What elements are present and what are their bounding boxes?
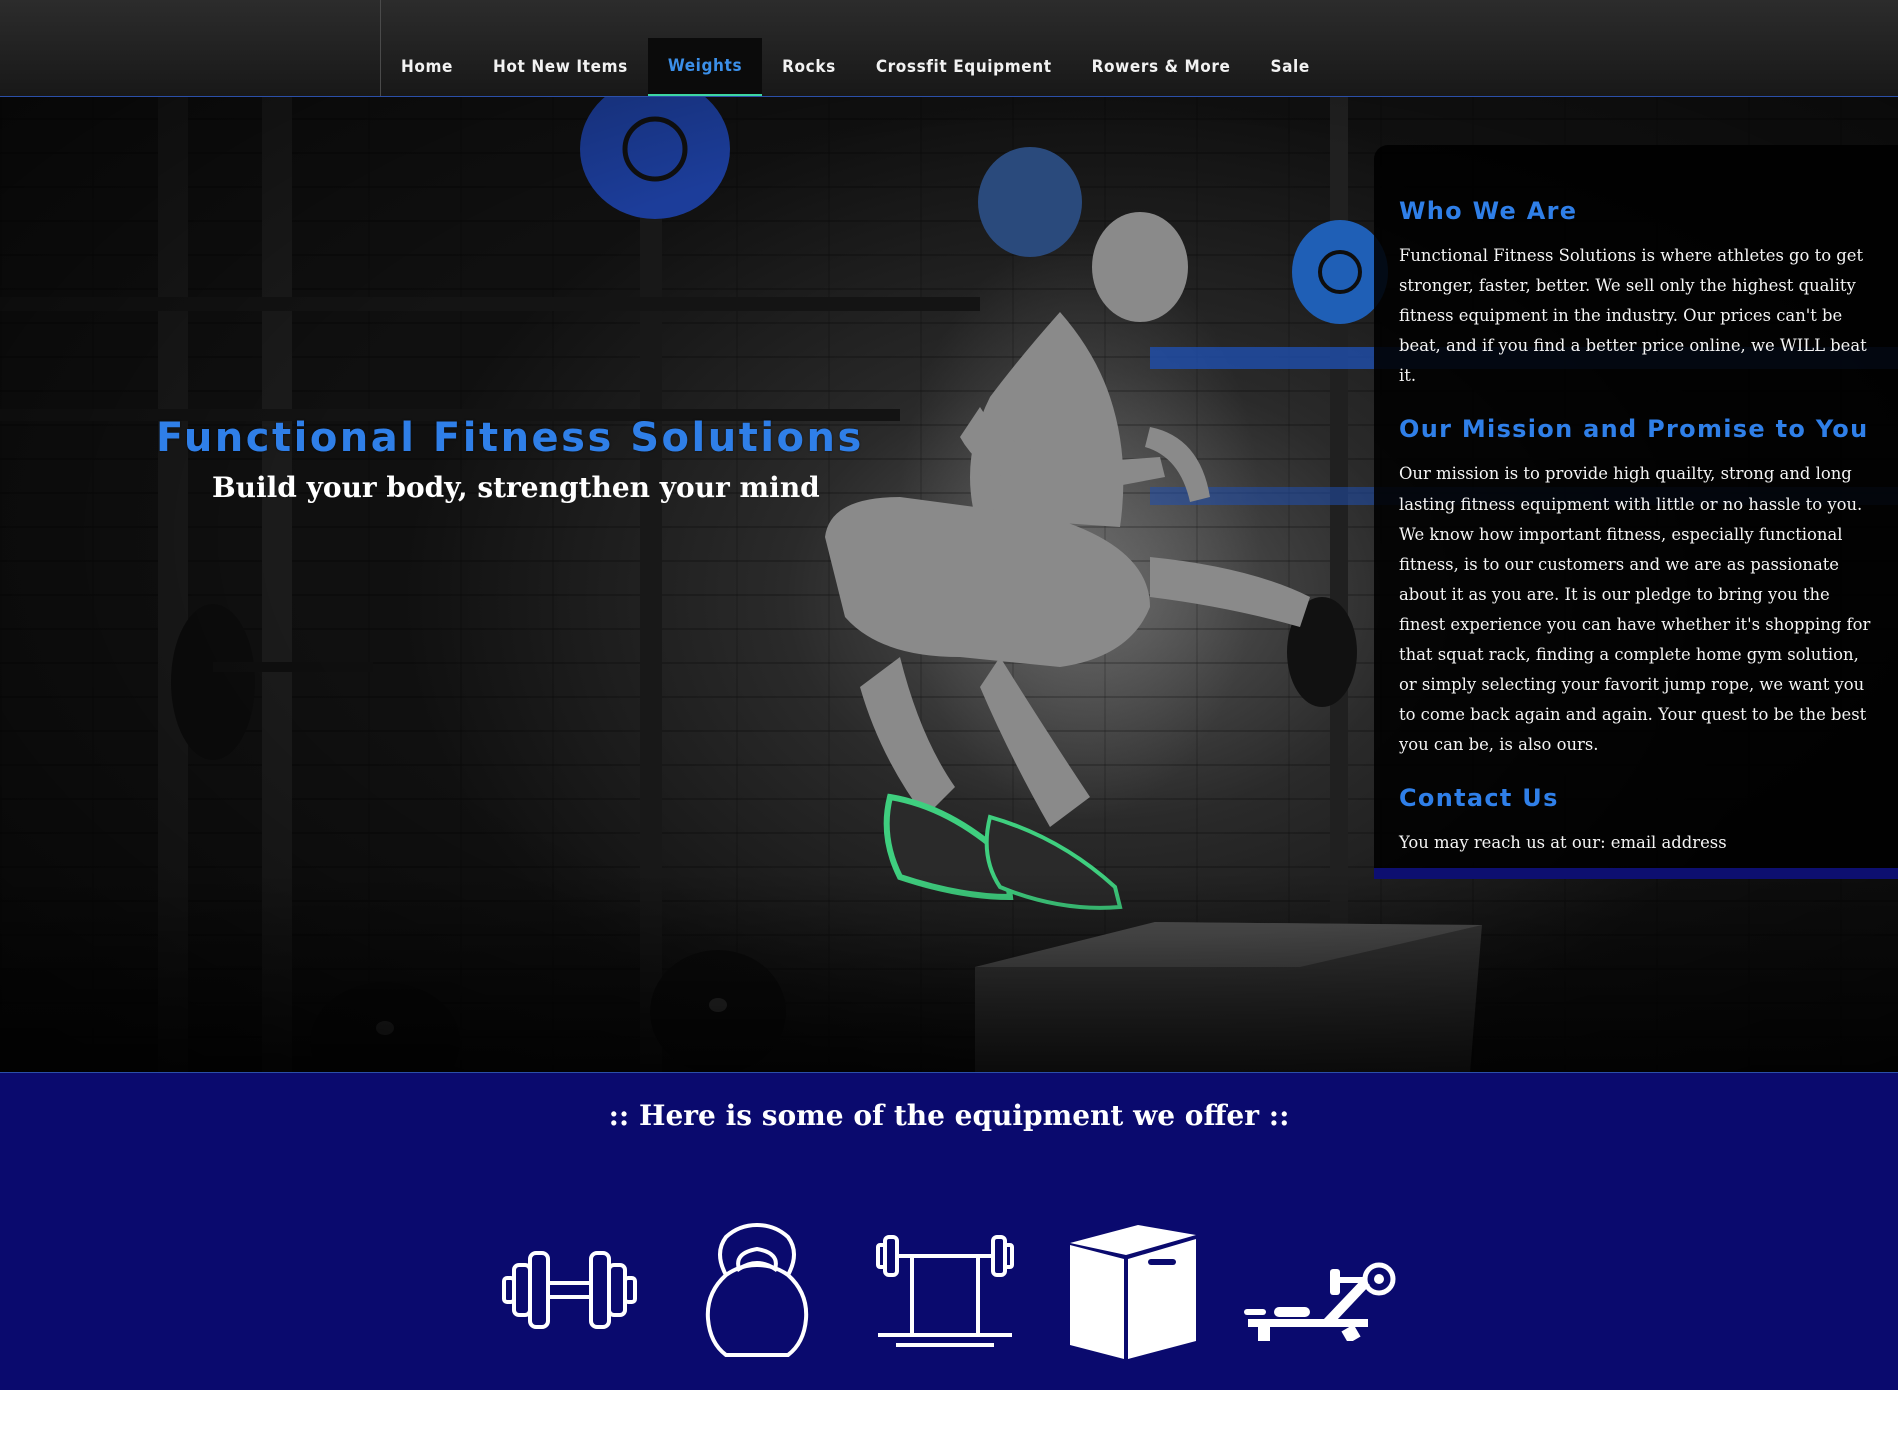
nav-item-hot-new-items[interactable]: Hot New Items [473, 38, 648, 96]
top-nav: Home Hot New Items Weights Rocks Crossfi… [0, 0, 1898, 97]
nav-item-rowers-and-more[interactable]: Rowers & More [1072, 38, 1251, 96]
nav-item-home[interactable]: Home [381, 38, 473, 96]
nav-item-sale[interactable]: Sale [1251, 38, 1330, 96]
who-we-are-heading: Who We Are [1399, 197, 1578, 225]
equipment-section: :: Here is some of the equipment we offe… [0, 1073, 1898, 1390]
brand-area [0, 0, 381, 96]
nav-item-rocks[interactable]: Rocks [762, 38, 856, 96]
rowing-machine-icon[interactable] [1244, 1259, 1398, 1341]
nav-menu: Home Hot New Items Weights Rocks Crossfi… [381, 38, 1330, 96]
contact-heading: Contact Us [1399, 784, 1559, 813]
hero-title: Functional Fitness Solutions [156, 415, 864, 461]
who-we-are-text: Functional Fitness Solutions is where at… [1399, 246, 1867, 386]
mission-heading: Our Mission and Promise to You [1399, 415, 1869, 444]
mission-text: Our mission is to provide high quailty, … [1399, 464, 1871, 755]
dumbbell-icon[interactable] [502, 1245, 637, 1335]
nav-item-crossfit-equipment[interactable]: Crossfit Equipment [856, 38, 1072, 96]
hero-subtitle: Build your body, strengthen your mind [212, 471, 820, 504]
nav-item-weights[interactable]: Weights [647, 38, 763, 96]
squat-rack-icon[interactable] [876, 1233, 1014, 1349]
floor-shadow [0, 872, 1898, 1072]
plyo-box-icon[interactable] [1068, 1223, 1198, 1361]
kettlebell-icon[interactable] [704, 1223, 810, 1359]
info-panel: Who We Are Functional Fitness Solutions … [1374, 145, 1898, 879]
equipment-title: :: Here is some of the equipment we offe… [608, 1099, 1290, 1132]
contact-text: You may reach us at our: email address [1399, 833, 1727, 853]
